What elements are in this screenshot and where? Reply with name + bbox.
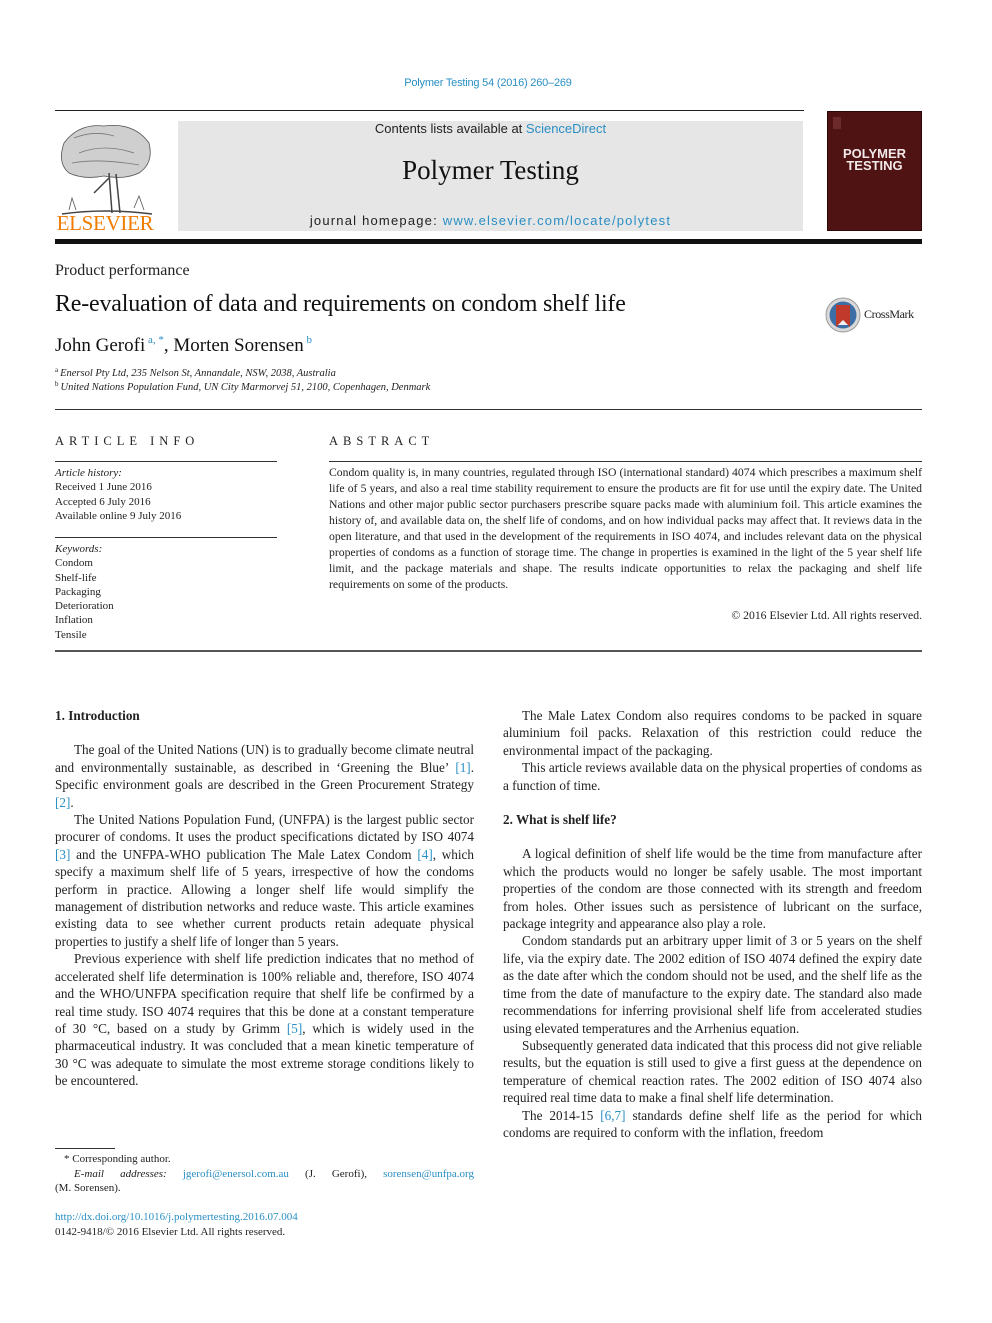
history-online: Available online 9 July 2016: [55, 509, 182, 522]
article-history-label: Article history:: [55, 467, 122, 479]
corresponding-author-note: * Corresponding author.: [64, 1153, 171, 1165]
affiliation-text: United Nations Population Fund, UN City …: [60, 382, 431, 393]
keywords-rule: [55, 537, 277, 538]
section-heading-shelf-life: 2. What is shelf life?: [503, 812, 617, 828]
keyword: Shelf-life: [55, 571, 97, 584]
footnotes: * Corresponding author. E-mail addresses…: [55, 1152, 474, 1196]
reference-link[interactable]: [3]: [55, 847, 70, 862]
abstract-copyright: © 2016 Elsevier Ltd. All rights reserved…: [731, 609, 922, 622]
email-label: E-mail addresses:: [74, 1167, 167, 1180]
abstract-heading: ABSTRACT: [329, 434, 435, 448]
history-received: Received 1 June 2016: [55, 481, 152, 494]
history-accepted: Accepted 6 July 2016: [55, 495, 151, 508]
email-link[interactable]: sorensen@unfpa.org: [383, 1168, 474, 1180]
elsevier-wordmark: ELSEVIER: [56, 211, 154, 235]
body-paragraph: The 2014-15 [6,7] standards define shelf…: [503, 1107, 922, 1140]
author-separator: ,: [163, 335, 174, 356]
author-name[interactable]: Morten Sorensen: [173, 335, 303, 356]
keywords-label: Keywords:: [55, 543, 103, 555]
contents-line: Contents lists available at ScienceDirec…: [178, 121, 803, 136]
reference-link[interactable]: [2]: [55, 795, 70, 810]
reference-link[interactable]: [4]: [417, 847, 432, 862]
crossmark-button[interactable]: CrossMark: [825, 296, 925, 336]
article-history: Article history: Received 1 June 2016 Ac…: [55, 466, 277, 523]
email-owner: (M. Sorensen).: [55, 1182, 121, 1194]
header-rule: [55, 110, 804, 111]
article-section-type: Product performance: [55, 262, 190, 279]
author-list: John Gerofi a, *, Morten Sorensen b: [55, 334, 312, 357]
keywords: Keywords: Condom Shelf-life Packaging De…: [55, 542, 277, 642]
email-addresses: E-mail addresses: jgerofi@enersol.com.au…: [55, 1167, 474, 1182]
keyword: Condom: [55, 557, 93, 570]
crossmark-label: CrossMark: [864, 307, 914, 321]
affiliation: b United Nations Population Fund, UN City…: [55, 380, 430, 393]
keyword: Packaging: [55, 585, 101, 598]
journal-name: Polymer Testing: [402, 155, 579, 185]
journal-homepage-link[interactable]: www.elsevier.com/locate/polytest: [443, 213, 671, 228]
keyword: Tensile: [55, 628, 87, 641]
journal-citation[interactable]: Polymer Testing 54 (2016) 260–269: [0, 77, 976, 89]
abstract-bottom-rule: [55, 650, 922, 652]
reference-link[interactable]: [6,7]: [600, 1108, 625, 1123]
footnote-rule: [55, 1148, 115, 1149]
issn-copyright: 0142-9418/© 2016 Elsevier Ltd. All right…: [55, 1226, 286, 1238]
author-affiliation-mark[interactable]: b: [304, 334, 312, 346]
keyword: Inflation: [55, 614, 93, 627]
reference-link[interactable]: [5]: [287, 1021, 302, 1036]
email-link[interactable]: jgerofi@enersol.com.au: [183, 1168, 289, 1180]
body-column-left: 1. Introduction The goal of the United N…: [55, 707, 474, 1090]
body-column-right: The Male Latex Condom also requires cond…: [503, 707, 922, 1141]
email-owner: (J. Gerofi),: [288, 1167, 384, 1180]
header-thick-rule: [55, 239, 922, 244]
abstract-rule: [329, 461, 922, 462]
article-info-heading: ARTICLE INFO: [55, 434, 200, 448]
doi-link[interactable]: http://dx.doi.org/10.1016/j.polymertesti…: [55, 1211, 298, 1223]
body-paragraph: The United Nations Population Fund, (UNF…: [55, 812, 474, 949]
body-paragraph: The Male Latex Condom also requires cond…: [503, 708, 922, 758]
author-affiliation-mark[interactable]: a, *: [145, 334, 164, 346]
body-paragraph: A logical definition of shelf life would…: [503, 846, 922, 932]
body-paragraph: The goal of the United Nations (UN) is t…: [55, 742, 474, 810]
body-paragraph: Condom standards put an arbitrary upper …: [503, 933, 922, 1036]
cover-title-line2: TESTING: [846, 158, 903, 173]
affiliation-rule: [55, 409, 922, 410]
sciencedirect-link[interactable]: ScienceDirect: [526, 121, 606, 136]
contents-prefix: Contents lists available at: [374, 121, 526, 136]
keyword: Deterioration: [55, 600, 114, 613]
cover-title: POLYMER TESTING: [828, 147, 921, 173]
journal-homepage-line: journal homepage: www.elsevier.com/locat…: [178, 213, 803, 228]
section-heading-introduction: 1. Introduction: [55, 708, 140, 723]
reference-link[interactable]: [1]: [455, 760, 470, 775]
homepage-prefix: journal homepage:: [309, 213, 443, 228]
crossmark-icon: [825, 297, 861, 333]
body-paragraph: Previous experience with shelf life pred…: [55, 951, 474, 1089]
affiliation-mark: b: [55, 380, 59, 388]
affiliation-text: Enersol Pty Ltd, 235 Nelson St, Annandal…: [60, 368, 336, 379]
abstract-text: Condom quality is, in many countries, re…: [329, 466, 922, 591]
author-name[interactable]: John Gerofi: [55, 335, 145, 356]
article-info-rule: [55, 461, 277, 462]
body-paragraph: Subsequently generated data indicated th…: [503, 1037, 922, 1106]
journal-cover-image: POLYMER TESTING: [827, 111, 922, 231]
cover-publisher-icon: [833, 117, 841, 129]
paper-title: Re-evaluation of data and requirements o…: [55, 291, 626, 317]
affiliation: a Enersol Pty Ltd, 235 Nelson St, Annanda…: [55, 366, 336, 379]
affiliation-mark: a: [55, 366, 59, 374]
body-paragraph: This article reviews available data on t…: [503, 760, 922, 793]
